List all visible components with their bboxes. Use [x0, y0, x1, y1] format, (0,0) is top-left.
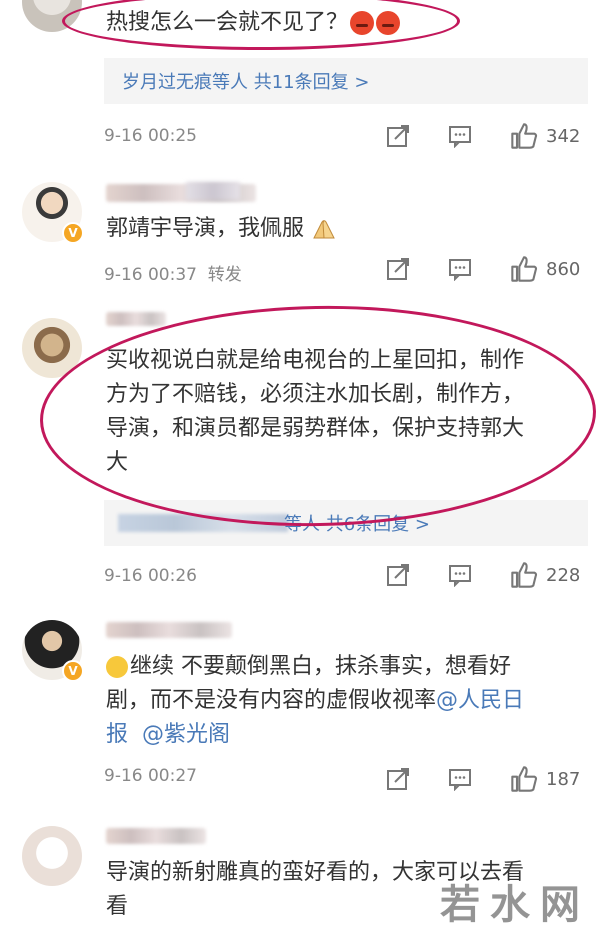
watermark: 若水网 [440, 882, 590, 928]
avatar[interactable] [22, 0, 82, 32]
mention-link[interactable]: @人民日 [436, 688, 524, 713]
avatar[interactable] [22, 826, 82, 886]
username-redacted[interactable] [106, 312, 166, 326]
like-count: 860 [546, 259, 581, 280]
angry-emoji-icon [376, 11, 401, 35]
verified-badge-icon: V [62, 222, 84, 244]
share-icon[interactable] [386, 563, 410, 587]
like-count: 342 [546, 126, 581, 147]
share-icon[interactable] [386, 767, 410, 791]
username-redacted[interactable] [106, 828, 206, 844]
angry-emoji-icon [350, 11, 375, 35]
like-icon[interactable] [510, 765, 538, 793]
avatar[interactable] [22, 318, 82, 378]
comment-text: 买收视说白就是给电视台的上星回扣，制作 方为了不赔钱，必须注水加长剧，制作方， … [106, 348, 525, 475]
username-redacted[interactable] [106, 622, 232, 638]
comment-text: 继续 不要颠倒黑白，抹杀事实，想看好 剧，而不是没有内容的虚假收视率@人民日 报… [106, 654, 525, 747]
privacy-mask [186, 182, 240, 200]
tearful-face-emoji-icon [106, 656, 128, 678]
reply-summary[interactable]: 等人 共6条回复 > [104, 500, 588, 546]
verified-badge-icon: V [62, 660, 84, 682]
share-icon[interactable] [386, 124, 410, 148]
comment-icon[interactable] [448, 563, 472, 587]
like-icon[interactable] [510, 122, 538, 150]
share-icon[interactable] [386, 257, 410, 281]
comment-text: 热搜怎么一会就不见了？ [106, 6, 586, 40]
comment-text: 郭靖宇导演，我佩服 [106, 212, 586, 246]
mention-link[interactable]: 报 [106, 722, 128, 747]
like-count: 187 [546, 769, 581, 790]
comment-icon[interactable] [448, 767, 472, 791]
reply-summary[interactable]: 岁月过无痕等人 共11条回复 > [104, 58, 588, 104]
reply-names-redacted [118, 514, 288, 532]
timestamp: 9-16 00:27 [104, 766, 197, 786]
mention-link[interactable]: @紫光阁 [142, 722, 230, 747]
repost-link[interactable]: 转发 [208, 265, 242, 285]
like-icon[interactable] [510, 255, 538, 283]
timestamp: 9-16 00:26 [104, 566, 197, 586]
praying-hands-emoji-icon [313, 220, 335, 239]
timestamp: 9-16 00:25 [104, 126, 197, 146]
comment-icon[interactable] [448, 124, 472, 148]
comment-icon[interactable] [448, 257, 472, 281]
like-count: 228 [546, 565, 581, 586]
like-icon[interactable] [510, 561, 538, 589]
timestamp: 9-16 00:37 转发 [104, 265, 242, 285]
